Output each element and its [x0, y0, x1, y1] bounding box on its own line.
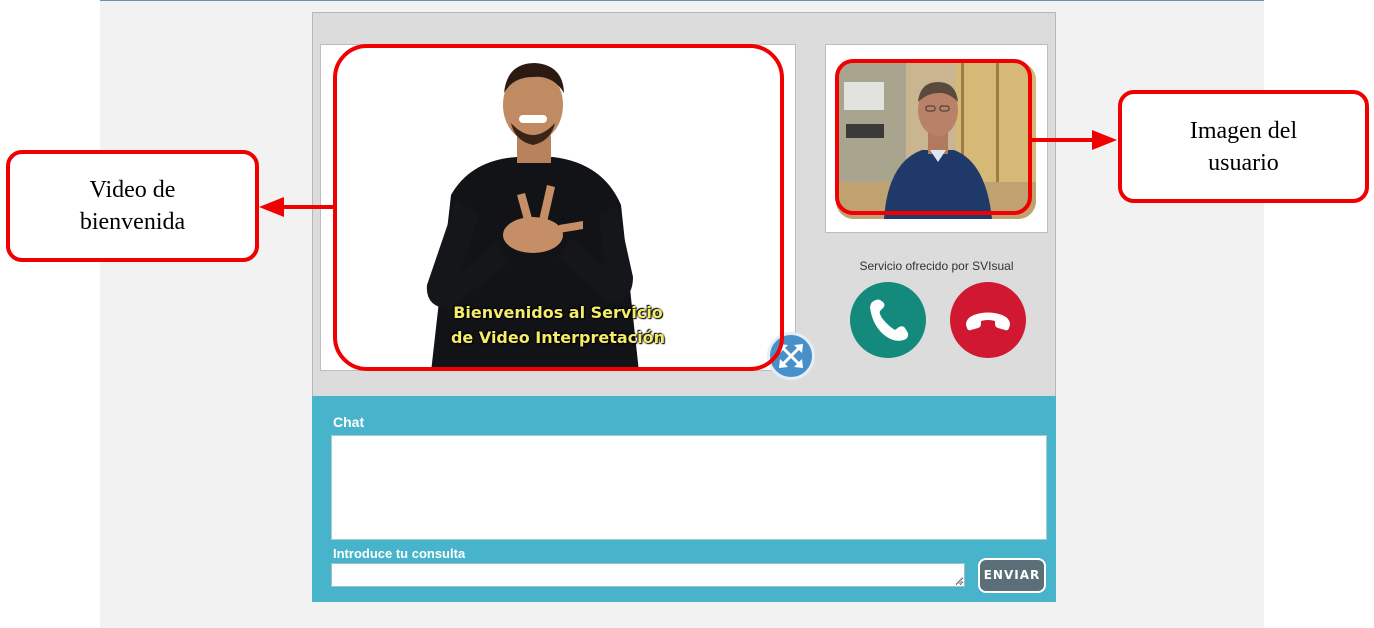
expand-arrows-icon — [779, 344, 803, 368]
user-camera-frame — [825, 44, 1048, 233]
signer-video-frame — [321, 45, 795, 370]
fullscreen-button[interactable] — [767, 332, 815, 380]
user-image-callout: Imagen del usuario — [1118, 90, 1369, 203]
query-input[interactable] — [331, 563, 965, 587]
welcome-video-callout: Video de bienvenida — [6, 150, 259, 262]
video-subtitle-line2: de Video Interpretación — [450, 328, 666, 347]
user-webcam-picture — [836, 62, 1036, 219]
user-image-callout-line2: usuario — [1208, 149, 1279, 176]
phone-icon — [870, 299, 909, 341]
hang-up-icon — [966, 312, 1010, 331]
chat-messages-box[interactable] — [331, 435, 1047, 540]
hang-up-button[interactable] — [950, 282, 1026, 358]
service-provider-text: Servicio ofrecido por SVIsual — [859, 259, 1014, 273]
chat-label: Chat — [333, 414, 365, 430]
resize-grip-icon[interactable] — [955, 577, 963, 585]
welcome-video[interactable]: Bienvenidos al Servicio de Video Interpr… — [320, 44, 796, 371]
call-button[interactable] — [850, 282, 926, 358]
query-label: Introduce tu consulta — [333, 546, 466, 561]
send-button[interactable]: ENVIAR — [978, 558, 1046, 593]
video-subtitle-line1: Bienvenidos al Servicio — [453, 303, 663, 322]
user-camera-image — [836, 62, 1036, 219]
welcome-video-callout-line1: Video de — [89, 177, 176, 203]
user-image-callout-line1: Imagen del — [1189, 117, 1298, 144]
screen: Bienvenidos al Servicio de Video Interpr… — [0, 0, 1374, 628]
welcome-video-callout-line2: bienvenida — [79, 209, 186, 235]
